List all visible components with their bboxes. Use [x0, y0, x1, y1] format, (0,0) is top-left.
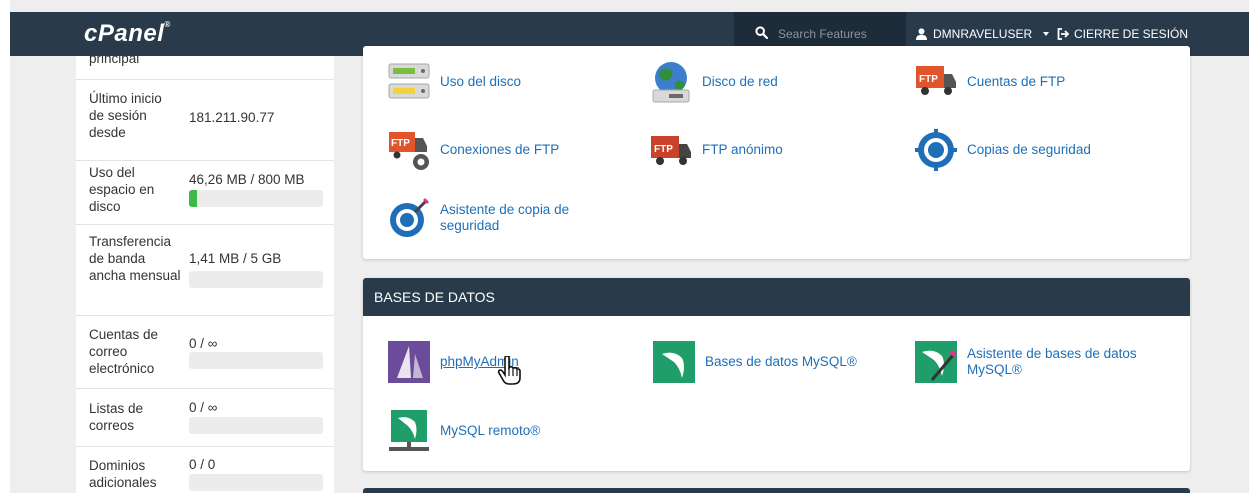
- brand-mark: ®: [164, 20, 171, 29]
- ftp-accounts-icon: FTP: [916, 66, 956, 95]
- stat-label: principal: [89, 51, 140, 66]
- ftp-accounts-link[interactable]: FTP Cuentas de FTP: [914, 60, 1065, 104]
- account-statistics-panel: principal Último inicio de sesión desde …: [76, 51, 334, 493]
- email-usage-bar: [189, 352, 323, 369]
- ftp-connections-label: Conexiones de FTP: [440, 142, 560, 157]
- addon-domains-usage-bar: [189, 474, 323, 491]
- search-features-input[interactable]: [778, 21, 898, 47]
- stat-label: Último inicio de sesión desde: [89, 91, 162, 140]
- stat-label: Uso del espacio en disco: [89, 165, 155, 214]
- svg-text:FTP: FTP: [919, 74, 938, 85]
- hand-cursor-icon: [497, 356, 521, 385]
- disk-usage-bar-fill: [189, 190, 197, 207]
- disk-usage-label: Uso del disco: [440, 74, 522, 89]
- anonymous-ftp-label: FTP anónimo: [702, 142, 783, 157]
- brand-name: cPanel: [84, 20, 165, 47]
- remote-mysql-link[interactable]: MySQL remoto®: [387, 409, 540, 453]
- backup-label: Copias de seguridad: [967, 142, 1091, 157]
- next-section-header: [363, 488, 1190, 493]
- remote-mysql-label: MySQL remoto®: [440, 423, 541, 438]
- backup-link[interactable]: Copias de seguridad: [914, 128, 1091, 172]
- logout-icon: [1057, 28, 1070, 40]
- cpanel-logo[interactable]: cPanel®: [84, 20, 171, 48]
- mysql-databases-link[interactable]: Bases de datos MySQL®: [652, 340, 857, 384]
- stat-value-email: 0 / ∞: [189, 336, 218, 351]
- stat-row-primary-domain: principal: [76, 51, 334, 80]
- disk-usage-link[interactable]: Uso del disco: [387, 60, 521, 104]
- ftp-connections-link[interactable]: FTP Conexiones de FTP: [387, 128, 559, 172]
- stat-label: Cuentas de correo electrónico: [89, 327, 159, 376]
- stat-row-last-login: Último inicio de sesión desde 181.211.90…: [76, 80, 334, 161]
- stat-row-email-accounts: Cuentas de correo electrónico 0 / ∞: [76, 316, 334, 389]
- svg-text:FTP: FTP: [391, 138, 410, 149]
- mysql-databases-icon: [653, 341, 695, 383]
- backup-wizard-icon: [390, 198, 429, 237]
- stat-label: Dominios adicionales: [89, 458, 157, 490]
- disk-usage-icon: [388, 63, 430, 99]
- backup-icon: [915, 129, 957, 171]
- stat-row-mailing-lists: Listas de correos 0 / ∞: [76, 389, 334, 447]
- files-panel: Uso del disco Disco de red FTP Cuentas d…: [363, 46, 1190, 259]
- caret-down-icon: [1043, 32, 1050, 36]
- anonymous-ftp-icon: FTP: [651, 136, 691, 165]
- databases-section-title[interactable]: BASES DE DATOS: [363, 278, 1190, 316]
- network-disk-label: Disco de red: [702, 74, 778, 89]
- stat-value-mailing-lists: 0 / ∞: [189, 400, 218, 415]
- stat-value-bandwidth: 1,41 MB / 5 GB: [189, 251, 282, 266]
- stat-value-disk: 46,26 MB / 800 MB: [189, 172, 305, 187]
- bandwidth-usage-bar: [189, 271, 323, 288]
- remote-mysql-icon: [389, 410, 429, 451]
- disk-usage-bar: [189, 190, 323, 207]
- stat-row-addon-domains: Dominios adicionales 0 / 0: [76, 447, 334, 493]
- network-disk-link[interactable]: Disco de red: [649, 60, 778, 104]
- mysql-databases-label: Bases de datos MySQL®: [705, 354, 857, 369]
- mailing-lists-usage-bar: [189, 417, 323, 434]
- ftp-accounts-label: Cuentas de FTP: [967, 74, 1066, 89]
- svg-text:FTP: FTP: [654, 144, 673, 155]
- databases-panel: BASES DE DATOS phpMyAdmin Bases de datos…: [363, 278, 1190, 471]
- mysql-wizard-label: Asistente de bases de datos MySQL®: [967, 346, 1137, 377]
- mysql-wizard-icon: [915, 341, 957, 383]
- phpmyadmin-icon: [388, 341, 430, 383]
- stat-label: Listas de correos: [89, 401, 144, 433]
- stat-value-ip: 181.211.90.77: [189, 110, 275, 125]
- mysql-wizard-link[interactable]: Asistente de bases de datos MySQL®: [914, 340, 1147, 384]
- user-icon: [916, 28, 927, 40]
- ftp-connections-icon: FTP: [389, 132, 429, 170]
- network-disk-icon: [652, 62, 690, 103]
- backup-wizard-link[interactable]: Asistente de copia de seguridad: [387, 196, 590, 240]
- search-icon: [755, 26, 768, 39]
- stat-value-addon-domains: 0 / 0: [189, 457, 216, 472]
- stat-row-disk-usage: Uso del espacio en disco 46,26 MB / 800 …: [76, 161, 334, 225]
- anonymous-ftp-link[interactable]: FTP FTP anónimo: [649, 128, 783, 172]
- backup-wizard-label: Asistente de copia de seguridad: [440, 202, 570, 233]
- stat-label: Transferencia de banda ancha mensual: [89, 234, 181, 283]
- stat-row-bandwidth: Transferencia de banda ancha mensual 1,4…: [76, 225, 334, 316]
